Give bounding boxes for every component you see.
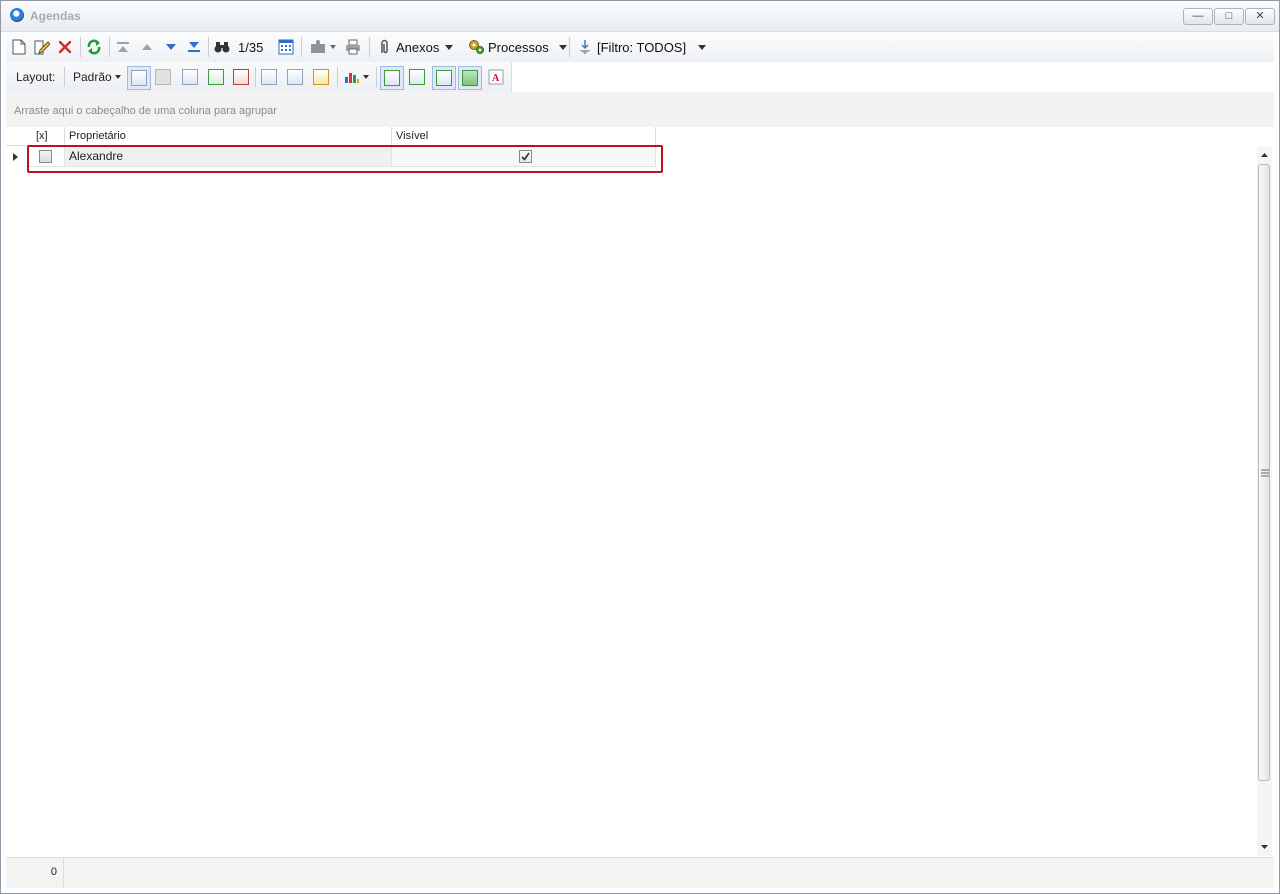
title-bar: Agendas — □ ✕ [1,1,1279,32]
import-icon [233,69,249,85]
alternate-rows-icon [462,70,478,86]
agendas-window: Agendas — □ ✕ 1/35 Anexos Processos [Fil… [0,0,1280,894]
filter-dropdown-button[interactable]: [Filtro: TODOS] [577,36,707,58]
printer-icon [346,39,360,55]
first-record-button[interactable] [116,36,130,58]
group-by-panel[interactable]: Arraste aqui o cabeçalho de uma coluna p… [6,92,1274,127]
chevron-down-icon [363,75,369,79]
grid-header: [x] Proprietário Visível [6,127,656,146]
auto-filter-icon [313,69,329,85]
chevron-down-icon [114,75,121,79]
auto-filter-button[interactable] [313,66,329,88]
last-record-button[interactable] [187,36,201,58]
processos-dropdown-button[interactable]: Processos [467,36,567,58]
puzzle-icon [311,40,325,53]
grip-icon [1261,469,1269,477]
layout-preset-dropdown[interactable]: Padrão [73,66,121,88]
save-layout-button[interactable] [127,66,151,90]
columns-button[interactable] [182,66,198,88]
export-icon [208,69,224,85]
gears-icon [469,40,484,54]
chevron-down-icon [445,44,454,50]
scroll-up-icon[interactable] [1257,149,1272,161]
layout-label: Layout: [16,70,56,84]
layout-toolbar: Layout: Padrão A [6,62,512,92]
app-logo-icon [10,8,24,22]
edit-document-icon [34,40,50,55]
column-header-select[interactable]: [x] [28,127,65,145]
group-by-hint: Arraste aqui o cabeçalho de uma coluna p… [14,105,277,117]
layout-preset-label: Padrão [73,70,112,84]
close-button[interactable]: ✕ [1245,8,1275,25]
data-grid: [x] Proprietário Visível Alexandre [6,127,1274,856]
column-header-proprietario[interactable]: Proprietário [65,127,392,145]
scroll-thumb[interactable] [1258,164,1270,781]
row-indicator [6,146,28,167]
down-arrow-icon [166,44,176,50]
import-layout-button[interactable] [233,66,249,88]
footer-icon [409,69,425,85]
next-record-button[interactable] [164,36,178,58]
filter-label: [Filtro: TODOS] [597,39,687,55]
plugins-dropdown-button[interactable] [309,36,336,58]
new-record-button[interactable] [12,36,26,58]
anexos-label: Anexos [396,39,440,55]
filter-icon [579,40,591,54]
delete-layout-icon [155,69,171,85]
print-button[interactable] [345,36,361,58]
first-arrow-icon [117,42,129,52]
chart-dropdown-button[interactable] [344,66,369,88]
calendar-icon [278,39,294,55]
highlight-box [27,145,663,173]
delete-layout-button[interactable] [155,66,171,88]
font-button[interactable]: A [488,66,504,88]
column-header-visivel[interactable]: Visível [392,127,656,145]
export-layout-button[interactable] [208,66,224,88]
chevron-down-icon [698,44,707,50]
record-position: 1/35 [238,39,264,55]
alternate-rows-button[interactable] [458,66,482,90]
edit-record-button[interactable] [34,36,50,58]
bar-chart-icon [345,73,359,83]
refresh-icon [87,39,101,55]
new-document-icon [12,39,26,55]
vertical-scrollbar[interactable] [1257,147,1272,856]
svg-text:A: A [492,73,500,84]
row-select-button[interactable] [432,66,456,90]
calendar-button[interactable] [278,36,294,58]
footer-button[interactable] [409,66,425,88]
sigma-icon [287,69,303,85]
anexos-dropdown-button[interactable]: Anexos [376,36,454,58]
paperclip-icon [381,39,388,54]
main-toolbar: 1/35 Anexos Processos [Filtro: TODOS] [6,32,1274,62]
row-indicator-header [6,127,28,145]
scroll-down-icon[interactable] [1257,841,1272,853]
delete-record-button[interactable] [58,36,72,58]
binoculars-icon [214,42,230,53]
status-bar: 0 [6,857,1274,888]
save-layout-icon [131,70,147,86]
processos-label: Processos [488,39,549,55]
columns-icon [182,69,198,85]
chevron-down-icon [558,44,567,50]
maximize-button[interactable]: □ [1214,8,1244,25]
record-count: 0 [50,866,57,878]
delete-x-icon [58,40,72,54]
window-title: Agendas [30,9,81,23]
grid-lines-icon [384,70,400,86]
grid-lines-button[interactable] [380,66,404,90]
caret-right-icon [13,153,18,161]
find-button[interactable] [214,36,230,58]
up-arrow-icon [142,44,152,50]
font-icon: A [488,69,504,85]
count-cell: 0 [6,858,64,888]
minimize-button[interactable]: — [1183,8,1213,25]
row-select-icon [436,70,452,86]
refresh-button[interactable] [86,36,102,58]
last-arrow-icon [188,42,200,52]
summary-button[interactable] [287,66,303,88]
group-panel-button[interactable] [261,66,277,88]
group-panel-icon [261,69,277,85]
previous-record-button[interactable] [140,36,154,58]
